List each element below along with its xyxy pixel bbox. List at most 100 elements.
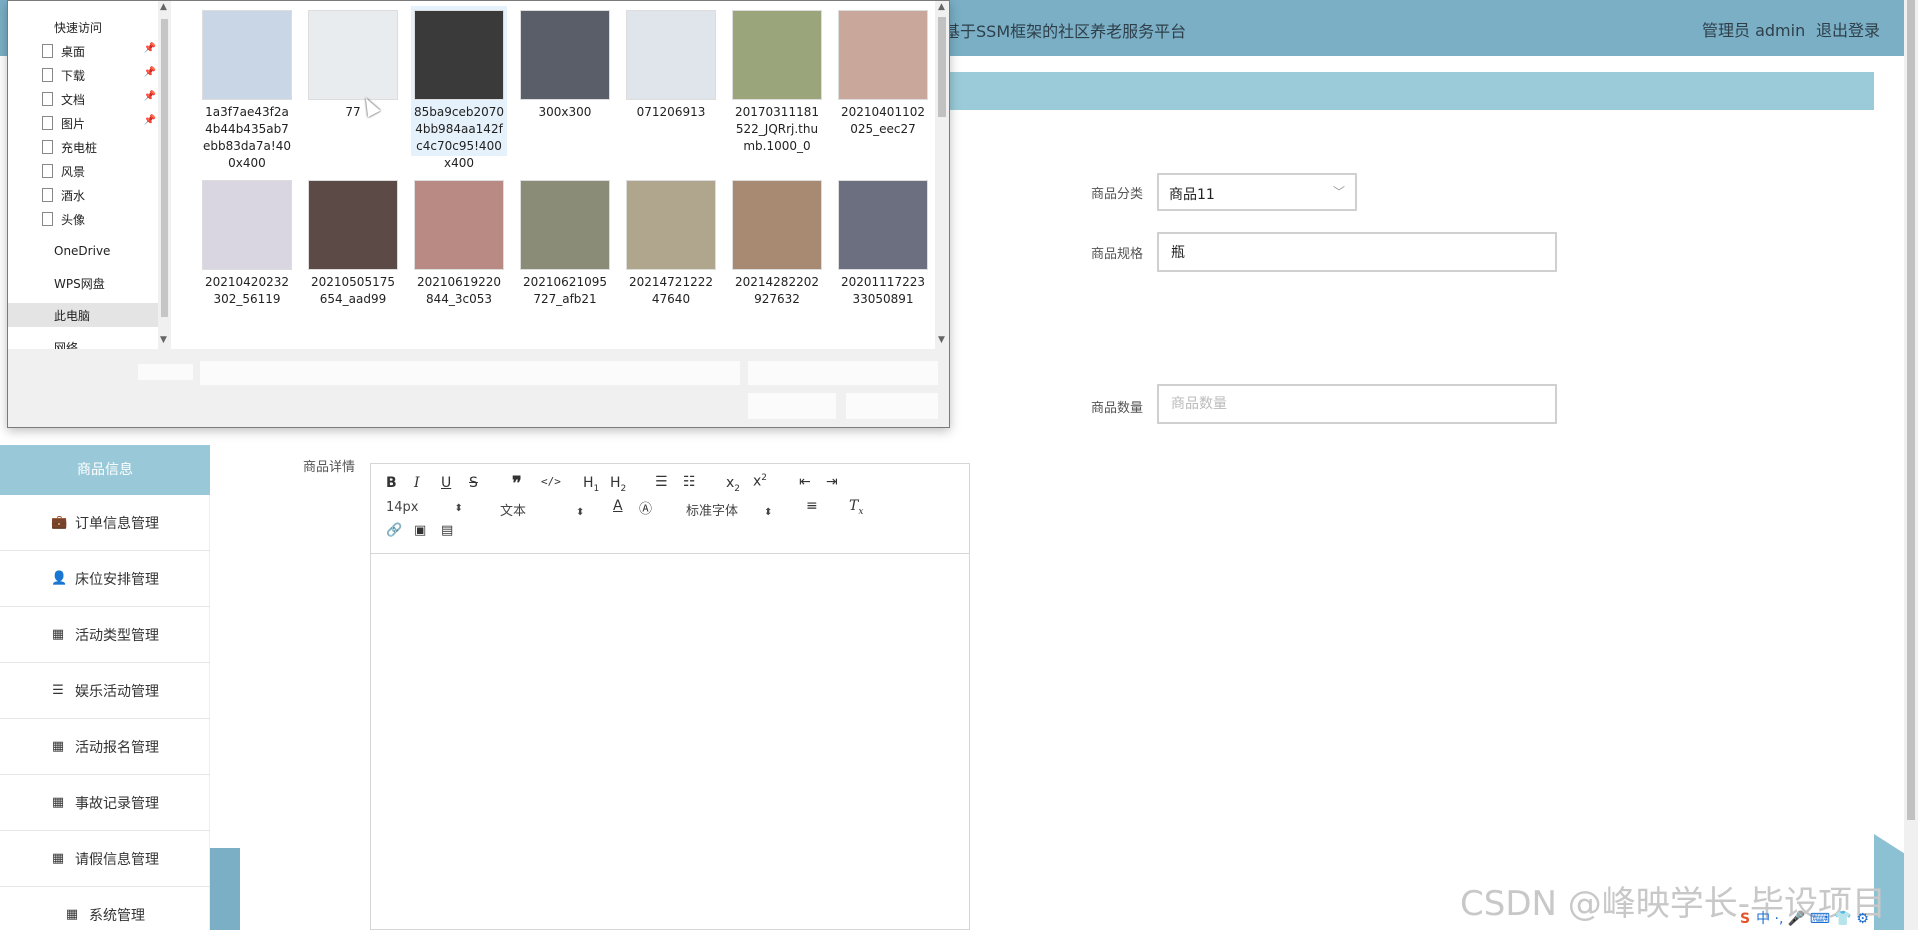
align-icon[interactable]: ≡ — [806, 498, 818, 514]
italic-icon[interactable]: I — [414, 475, 420, 491]
heading2-icon[interactable]: H2 — [610, 475, 626, 494]
ordered-list-icon[interactable]: ☰ — [655, 474, 668, 490]
blockquote-icon[interactable]: ❞ — [512, 473, 522, 494]
bold-icon[interactable]: B — [386, 475, 397, 491]
sidebar-item[interactable]: ▦ 活动类型管理 — [0, 607, 210, 663]
file-name: 85ba9ceb20704bb984aa142fc4c70c95!400x400 — [414, 105, 505, 170]
file-item[interactable]: 85ba9ceb20704bb984aa142fc4c70c95!400x400 — [411, 6, 507, 170]
sidebar-item[interactable]: ▦ 请假信息管理 — [0, 831, 210, 887]
briefcase-icon: 💼 — [51, 514, 68, 530]
file-name: 20210401102025_eec27 — [841, 105, 925, 136]
nav-item[interactable]: 快速访问 — [8, 15, 158, 39]
bullet-list-icon[interactable]: ☷ — [683, 474, 696, 490]
file-item[interactable]: 20210420232302_56119 — [199, 176, 295, 308]
file-thumbnail — [308, 10, 398, 100]
font-family-select[interactable]: 标准字体 ⬍ — [686, 500, 772, 519]
logout-link[interactable]: 退出登录 — [1816, 17, 1880, 41]
category-label: 商品分类 — [1091, 187, 1144, 202]
font-size-select[interactable]: 14px ⬍ — [386, 500, 463, 515]
scroll-up-icon[interactable]: ▲ — [160, 2, 167, 12]
font-size-value: 14px — [386, 500, 419, 515]
outdent-icon[interactable]: ⇤ — [799, 474, 811, 490]
category-select[interactable]: 商品11 ﹀ — [1157, 173, 1357, 211]
page-scrollbar-thumb[interactable] — [1907, 0, 1915, 820]
file-item[interactable]: 2020111722333050891 — [835, 176, 931, 308]
scroll-down-icon[interactable]: ▼ — [938, 335, 945, 345]
file-item[interactable]: 300x300 — [517, 6, 613, 121]
nav-item[interactable]: 头像 — [8, 207, 158, 231]
nav-scrollbar-thumb[interactable] — [161, 19, 168, 317]
file-item[interactable]: 2021472122247640 — [623, 176, 719, 308]
sidebar-item-goods-info[interactable]: 商品信息 — [0, 445, 210, 495]
nav-item[interactable]: 风景 — [8, 159, 158, 183]
file-item[interactable]: 20170311181522_JQRrj.thumb.1000_0 — [729, 6, 825, 155]
strike-icon[interactable]: S — [469, 475, 478, 491]
sidebar-item[interactable]: ▦ 系统管理 — [0, 887, 210, 930]
files-scrollbar[interactable]: ▲ ▼ — [935, 1, 949, 349]
clear-format-icon[interactable]: Tx — [849, 498, 863, 517]
nav-item-label: 网络 — [54, 340, 79, 350]
nav-item[interactable]: 此电脑 — [8, 303, 158, 327]
nav-item[interactable]: 酒水 — [8, 183, 158, 207]
nav-item[interactable]: 充电桩 — [8, 135, 158, 159]
file-thumbnail — [414, 10, 504, 100]
file-item[interactable]: 20210621095727_afb21 — [517, 176, 613, 308]
nav-scrollbar[interactable]: ▲ ▼ — [158, 1, 171, 349]
cancel-button[interactable] — [846, 393, 938, 419]
file-name: 2020111722333050891 — [841, 275, 925, 306]
superscript-icon[interactable]: x2 — [753, 473, 767, 490]
file-thumbnail — [626, 10, 716, 100]
nav-item[interactable]: 网络 — [8, 335, 158, 350]
nav-item[interactable]: 文档 📌 — [8, 87, 158, 111]
file-thumbnail — [732, 10, 822, 100]
subscript-icon[interactable]: x2 — [726, 475, 740, 494]
files-scrollbar-thumb[interactable] — [938, 17, 946, 117]
open-button[interactable] — [748, 393, 836, 419]
code-icon[interactable]: </> — [541, 475, 561, 488]
scroll-down-icon[interactable]: ▼ — [160, 335, 167, 345]
page-scrollbar[interactable] — [1904, 0, 1918, 930]
heading1-icon[interactable]: H1 — [583, 475, 599, 494]
nav-item[interactable]: OneDrive — [8, 239, 158, 263]
video-icon[interactable]: ▤ — [441, 523, 453, 538]
file-item[interactable]: 77 — [305, 6, 401, 121]
sidebar-accent — [210, 848, 240, 930]
sidebar-item[interactable]: 👤 床位安排管理 — [0, 551, 210, 607]
paragraph-select[interactable]: 文本 ⬍ — [500, 500, 584, 519]
link-icon[interactable]: 🔗 — [386, 523, 402, 538]
image-icon[interactable]: ▣ — [414, 523, 426, 538]
indent-icon[interactable]: ⇥ — [826, 474, 838, 490]
nav-item[interactable]: 下载 📌 — [8, 63, 158, 87]
file-name: 20170311181522_JQRrj.thumb.1000_0 — [735, 105, 819, 153]
background-color-icon[interactable]: Ⓐ — [639, 498, 652, 517]
nav-item[interactable]: 图片 📌 — [8, 111, 158, 135]
sidebar-item[interactable]: 💼 订单信息管理 — [0, 495, 210, 551]
sidebar-item[interactable]: ▦ 事故记录管理 — [0, 775, 210, 831]
file-item[interactable]: 1a3f7ae43f2a4b44b435ab7ebb83da7a!400x400 — [199, 6, 295, 172]
chevron-down-icon: ﹀ — [1332, 185, 1345, 199]
font-color-icon[interactable]: A — [613, 498, 623, 514]
spec-input[interactable] — [1157, 232, 1557, 272]
file-thumbnail — [732, 180, 822, 270]
nav-item[interactable]: 桌面 📌 — [8, 39, 158, 63]
nav-item[interactable]: WPS网盘 — [8, 271, 158, 295]
file-item[interactable]: 20214282202927632 — [729, 176, 825, 308]
file-item[interactable]: 20210505175654_aad99 — [305, 176, 401, 308]
rich-text-editor[interactable]: B I U S ❞ </> H1 H2 ☰ ☷ x2 x2 ⇤ ⇥ 14px ⬍ … — [370, 463, 970, 930]
folder-icon — [42, 44, 53, 58]
file-thumbnail — [626, 180, 716, 270]
file-item[interactable]: 071206913 — [623, 6, 719, 121]
filetype-select[interactable] — [748, 361, 938, 385]
file-item[interactable]: 20210619220844_3c053 — [411, 176, 507, 308]
sidebar-item[interactable]: ▦ 活动报名管理 — [0, 719, 210, 775]
file-name: 77 — [345, 105, 361, 119]
ime-tray[interactable]: S 中 ·, 🎤 ⌨ 👕 ⚙ — [1740, 908, 1869, 928]
quantity-input[interactable] — [1157, 384, 1557, 424]
file-item[interactable]: 20210401102025_eec27 — [835, 6, 931, 138]
filename-input[interactable] — [200, 361, 740, 385]
folder-icon — [42, 212, 53, 226]
scroll-up-icon[interactable]: ▲ — [938, 2, 945, 12]
sidebar-item[interactable]: ☰ 娱乐活动管理 — [0, 663, 210, 719]
quantity-label: 商品数量 — [1091, 401, 1144, 416]
underline-icon[interactable]: U — [441, 475, 451, 491]
